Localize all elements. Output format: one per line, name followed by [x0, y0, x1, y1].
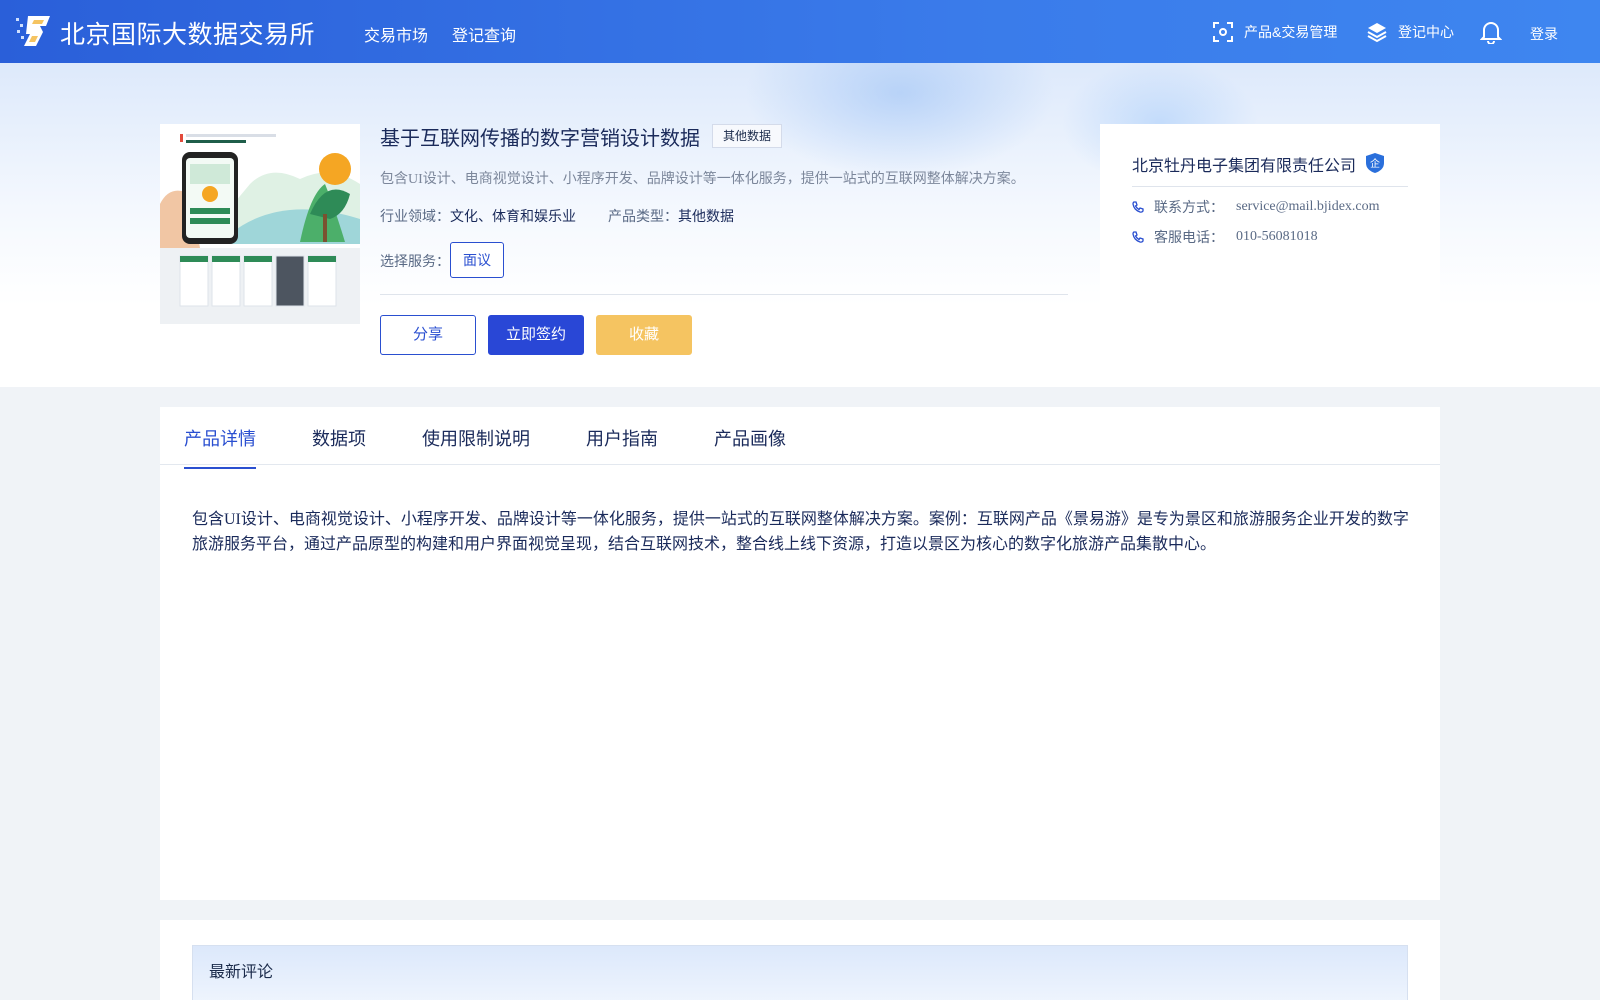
comments-section: 最新评论: [160, 920, 1440, 1000]
product-title: 基于互联网传播的数字营销设计数据: [380, 128, 700, 150]
tab-product-detail[interactable]: 产品详情: [184, 425, 256, 469]
company-name[interactable]: 北京牡丹电子集团有限责任公司: [1132, 152, 1356, 176]
product-type-label: 产品类型：: [608, 208, 678, 224]
phone-value: 010-56081018: [1236, 229, 1318, 244]
registry-center-link[interactable]: 登记中心: [1366, 21, 1454, 43]
comments-title: 最新评论: [209, 964, 274, 981]
industry-label: 行业领域：: [380, 208, 450, 224]
nav-trade-market[interactable]: 交易市场: [364, 22, 428, 46]
nav-registry-query[interactable]: 登记查询: [452, 22, 516, 46]
service-option-negotiable[interactable]: 面议: [450, 242, 504, 278]
industry-field: 行业领域：文化、体育和娱乐业: [380, 206, 576, 226]
company-card: 北京牡丹电子集团有限责任公司 企 联系方式： service@mail.bjid…: [1100, 124, 1440, 324]
contact-value: service@mail.bjidex.com: [1236, 199, 1380, 214]
comments-header: 最新评论: [192, 945, 1408, 1000]
tab-product-profile[interactable]: 产品画像: [714, 425, 786, 467]
industry-value: 文化、体育和娱乐业: [450, 208, 576, 224]
contact-label: 联系方式：: [1154, 199, 1224, 215]
logo-icon: [16, 16, 50, 46]
enterprise-badge-text: 企: [1370, 157, 1380, 170]
top-header: 北京国际大数据交易所 交易市场 登记查询 产品&交易管理 登记中心 登录: [0, 0, 1600, 63]
sign-now-button[interactable]: 立即签约: [488, 315, 584, 355]
product-image: [160, 124, 360, 324]
site-title[interactable]: 北京国际大数据交易所: [60, 15, 315, 51]
registry-center-label: 登记中心: [1398, 24, 1454, 40]
bell-icon[interactable]: [1480, 20, 1502, 44]
tab-data-items[interactable]: 数据项: [312, 425, 366, 467]
tab-usage-restrictions[interactable]: 使用限制说明: [422, 425, 530, 467]
product-detail-panel: 产品详情 数据项 使用限制说明 用户指南 产品画像 包含UI设计、电商视觉设计、…: [160, 407, 1440, 900]
favorite-button[interactable]: 收藏: [596, 315, 692, 355]
product-description: 包含UI设计、电商视觉设计、小程序开发、品牌设计等一体化服务，提供一站式的互联网…: [380, 172, 1025, 187]
company-divider: [1132, 186, 1408, 187]
phone-label: 客服电话：: [1154, 229, 1224, 245]
product-type-value: 其他数据: [678, 208, 734, 224]
share-button[interactable]: 分享: [380, 315, 476, 355]
service-label: 选择服务：: [380, 253, 450, 269]
divider: [380, 294, 1068, 295]
product-trade-mgmt-label: 产品&交易管理: [1244, 24, 1338, 40]
contact-row: 联系方式： service@mail.bjidex.com: [1132, 197, 1380, 217]
product-trade-mgmt-link[interactable]: 产品&交易管理: [1212, 21, 1337, 43]
product-thumbnail-illustration: [160, 124, 360, 324]
phone-icon: [1132, 231, 1144, 243]
product-type-field: 产品类型：其他数据: [608, 206, 734, 226]
phone-icon: [1132, 201, 1144, 213]
product-detail-text: 包含UI设计、电商视觉设计、小程序开发、品牌设计等一体化服务，提供一站式的互联网…: [192, 511, 1409, 553]
layers-icon: [1367, 23, 1387, 43]
enterprise-verified-icon: 企: [1366, 153, 1384, 173]
scan-icon: [1213, 22, 1233, 42]
product-type-tag: 其他数据: [712, 124, 783, 148]
login-link[interactable]: 登录: [1530, 24, 1558, 44]
detail-tabs: 产品详情 数据项 使用限制说明 用户指南 产品画像: [160, 407, 1440, 469]
tab-user-guide[interactable]: 用户指南: [586, 425, 658, 467]
phone-row: 客服电话： 010-56081018: [1132, 227, 1318, 247]
